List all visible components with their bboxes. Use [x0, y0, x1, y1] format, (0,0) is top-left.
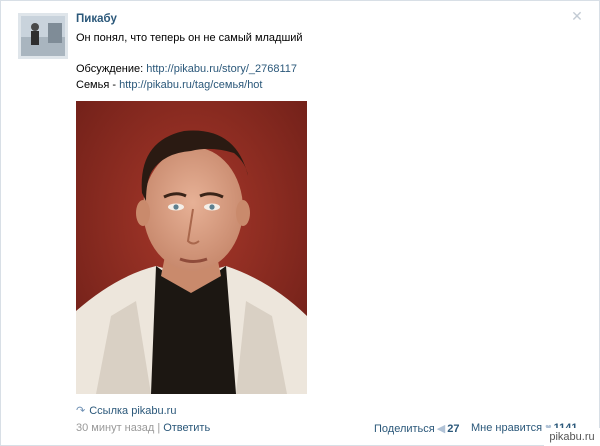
post-time[interactable]: 30 минут назад — [76, 422, 154, 434]
discussion-label: Обсуждение: — [76, 63, 147, 75]
watermark: pikabu.ru — [544, 428, 600, 446]
author-avatar[interactable] — [18, 13, 68, 59]
attachment-label[interactable]: Ссылка pikabu.ru — [89, 405, 176, 417]
post-meta: 30 минут назад | Ответить — [76, 422, 210, 434]
reply-link[interactable]: Ответить — [163, 422, 210, 434]
link-attachment[interactable]: ↶ Ссылка pikabu.ru — [76, 404, 176, 417]
link-arrow-icon: ↶ — [76, 405, 86, 417]
author-name[interactable]: Пикабу — [76, 13, 117, 25]
like-label: Мне нравится — [471, 422, 543, 434]
wall-post: ✕ Пикабу Он понял, что теперь он не самы… — [0, 0, 600, 446]
post-text: Он понял, что теперь он не самый младший — [76, 32, 303, 44]
family-label: Семья - — [76, 79, 120, 91]
megaphone-icon: ◀ — [436, 423, 446, 435]
family-line: Семья - http://pikabu.ru/tag/семья/hot — [76, 79, 262, 91]
discussion-line: Обсуждение: http://pikabu.ru/story/_2768… — [76, 63, 297, 75]
share-label: Поделиться — [374, 423, 435, 435]
share-count: 27 — [447, 423, 460, 435]
post-photo[interactable] — [76, 101, 307, 394]
discussion-link[interactable]: http://pikabu.ru/story/_2768117 — [146, 63, 297, 75]
close-icon[interactable]: ✕ — [570, 9, 584, 23]
meta-separator: | — [157, 422, 161, 434]
family-tag-link[interactable]: http://pikabu.ru/tag/семья/hot — [119, 79, 262, 91]
share-button[interactable]: Поделиться ◀ 27 — [374, 422, 459, 435]
